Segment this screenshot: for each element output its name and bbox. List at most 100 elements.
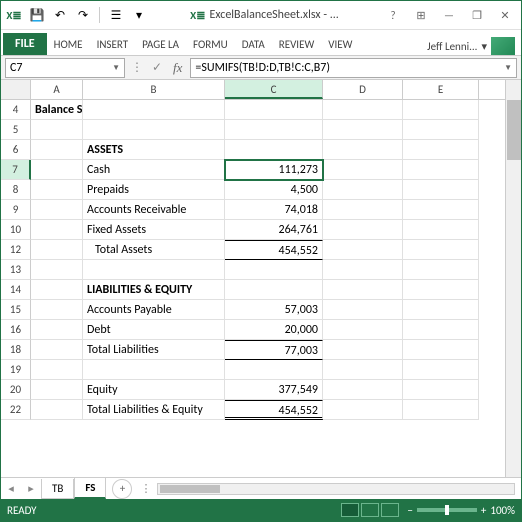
cell-D14[interactable] [323, 280, 403, 300]
cell-D9[interactable] [323, 200, 403, 220]
cell-A9[interactable] [31, 200, 83, 220]
cell-E13[interactable] [403, 260, 479, 280]
cell-A12[interactable] [31, 240, 83, 260]
save-icon[interactable]: 💾 [28, 6, 46, 24]
cell-E19[interactable] [403, 360, 479, 380]
row-header[interactable]: 6 [1, 140, 31, 160]
cell-A15[interactable] [31, 300, 83, 320]
tab-page-layout[interactable]: PAGE LA [135, 34, 186, 55]
cell-B9[interactable]: Accounts Receivable [83, 200, 225, 220]
row-header[interactable]: 16 [1, 320, 31, 340]
sheet-nav-prev[interactable]: ◂ [1, 482, 21, 495]
cell-B10[interactable]: Fixed Assets [83, 220, 225, 240]
zoom-out-button[interactable]: − [407, 504, 412, 517]
add-sheet-button[interactable]: + [112, 479, 132, 499]
name-box[interactable]: C7 ▼ [5, 58, 125, 78]
cell-C4[interactable] [225, 100, 323, 120]
cell-D19[interactable] [323, 360, 403, 380]
cell-B13[interactable] [83, 260, 225, 280]
cell-C18[interactable]: 77,003 [225, 340, 323, 360]
row-header[interactable]: 9 [1, 200, 31, 220]
scroll-thumb[interactable] [507, 100, 521, 160]
cell-B8[interactable]: Prepaids [83, 180, 225, 200]
cell-B6[interactable]: ASSETS [83, 140, 225, 160]
enter-icon[interactable]: ✓ [149, 60, 165, 75]
cell-D20[interactable] [323, 380, 403, 400]
zoom-slider[interactable] [417, 508, 477, 512]
cell-A18[interactable] [31, 340, 83, 360]
cell-C8[interactable]: 4,500 [225, 180, 323, 200]
scroll-thumb[interactable] [160, 485, 220, 493]
cell-E8[interactable] [403, 180, 479, 200]
cell-A22[interactable] [31, 400, 83, 420]
customize-icon[interactable]: ▾ [130, 6, 148, 24]
cell-D18[interactable] [323, 340, 403, 360]
user-account[interactable]: Jeff Lenni... ▾ [427, 37, 519, 55]
cell-D15[interactable] [323, 300, 403, 320]
cell-B16[interactable]: Debt [83, 320, 225, 340]
cell-C16[interactable]: 20,000 [225, 320, 323, 340]
view-page-break[interactable] [381, 503, 399, 517]
cell-E16[interactable] [403, 320, 479, 340]
row-header[interactable]: 5 [1, 120, 31, 140]
col-header-B[interactable]: B [83, 80, 225, 99]
cell-C6[interactable] [225, 140, 323, 160]
cell-E10[interactable] [403, 220, 479, 240]
redo-icon[interactable]: ↷ [74, 6, 92, 24]
cell-C13[interactable] [225, 260, 323, 280]
restore-button[interactable]: ❐ [465, 6, 489, 24]
cell-B7[interactable]: Cash [83, 160, 225, 180]
tab-insert[interactable]: INSERT [90, 34, 136, 55]
zoom-in-button[interactable]: + [481, 504, 486, 517]
cell-B18[interactable]: Total Liabilities [83, 340, 225, 360]
cell-C19[interactable] [225, 360, 323, 380]
cell-D12[interactable] [323, 240, 403, 260]
cell-D7[interactable] [323, 160, 403, 180]
cell-E7[interactable] [403, 160, 479, 180]
sheet-tab-FS[interactable]: FS [74, 478, 106, 499]
cell-B15[interactable]: Accounts Payable [83, 300, 225, 320]
cell-A14[interactable] [31, 280, 83, 300]
touch-mode-icon[interactable]: ☰ [107, 6, 125, 24]
horizontal-scrollbar[interactable] [157, 483, 515, 495]
view-normal[interactable] [341, 503, 359, 517]
cell-B12[interactable]: Total Assets [83, 240, 225, 260]
cell-C10[interactable]: 264,761 [225, 220, 323, 240]
tab-data[interactable]: DATA [235, 34, 272, 55]
cell-C12[interactable]: 454,552 [225, 240, 323, 260]
tab-home[interactable]: HOME [47, 34, 90, 55]
cell-A5[interactable] [31, 120, 83, 140]
row-header[interactable]: 10 [1, 220, 31, 240]
cell-A16[interactable] [31, 320, 83, 340]
cell-C20[interactable]: 377,549 [225, 380, 323, 400]
formula-input[interactable]: =SUMIFS(TB!D:D,TB!C:C,B7) ▼ [190, 58, 517, 78]
cell-A7[interactable] [31, 160, 83, 180]
cell-D6[interactable] [323, 140, 403, 160]
cell-D4[interactable] [323, 100, 403, 120]
view-page-layout[interactable] [361, 503, 379, 517]
tab-view[interactable]: VIEW [321, 34, 359, 55]
cell-B22[interactable]: Total Liabilities & Equity [83, 400, 225, 420]
row-header[interactable]: 18 [1, 340, 31, 360]
minimize-button[interactable]: — [437, 6, 461, 24]
cell-C14[interactable] [225, 280, 323, 300]
cell-B5[interactable] [83, 120, 225, 140]
cell-B19[interactable] [83, 360, 225, 380]
cell-A4[interactable]: Balance Sheet [31, 100, 83, 120]
cell-C7[interactable]: 111,273 [225, 160, 323, 180]
cell-D8[interactable] [323, 180, 403, 200]
cell-A10[interactable] [31, 220, 83, 240]
cell-C9[interactable]: 74,018 [225, 200, 323, 220]
tab-formulas[interactable]: FORMU [186, 34, 235, 55]
col-header-A[interactable]: A [31, 80, 83, 99]
cell-E20[interactable] [403, 380, 479, 400]
row-header[interactable]: 15 [1, 300, 31, 320]
cell-E14[interactable] [403, 280, 479, 300]
sheet-tab-TB[interactable]: TB [41, 479, 74, 499]
cell-D13[interactable] [323, 260, 403, 280]
row-header[interactable]: 12 [1, 240, 31, 260]
row-header[interactable]: 22 [1, 400, 31, 420]
cell-A20[interactable] [31, 380, 83, 400]
cell-D5[interactable] [323, 120, 403, 140]
fx-icon[interactable]: fx [169, 60, 186, 76]
